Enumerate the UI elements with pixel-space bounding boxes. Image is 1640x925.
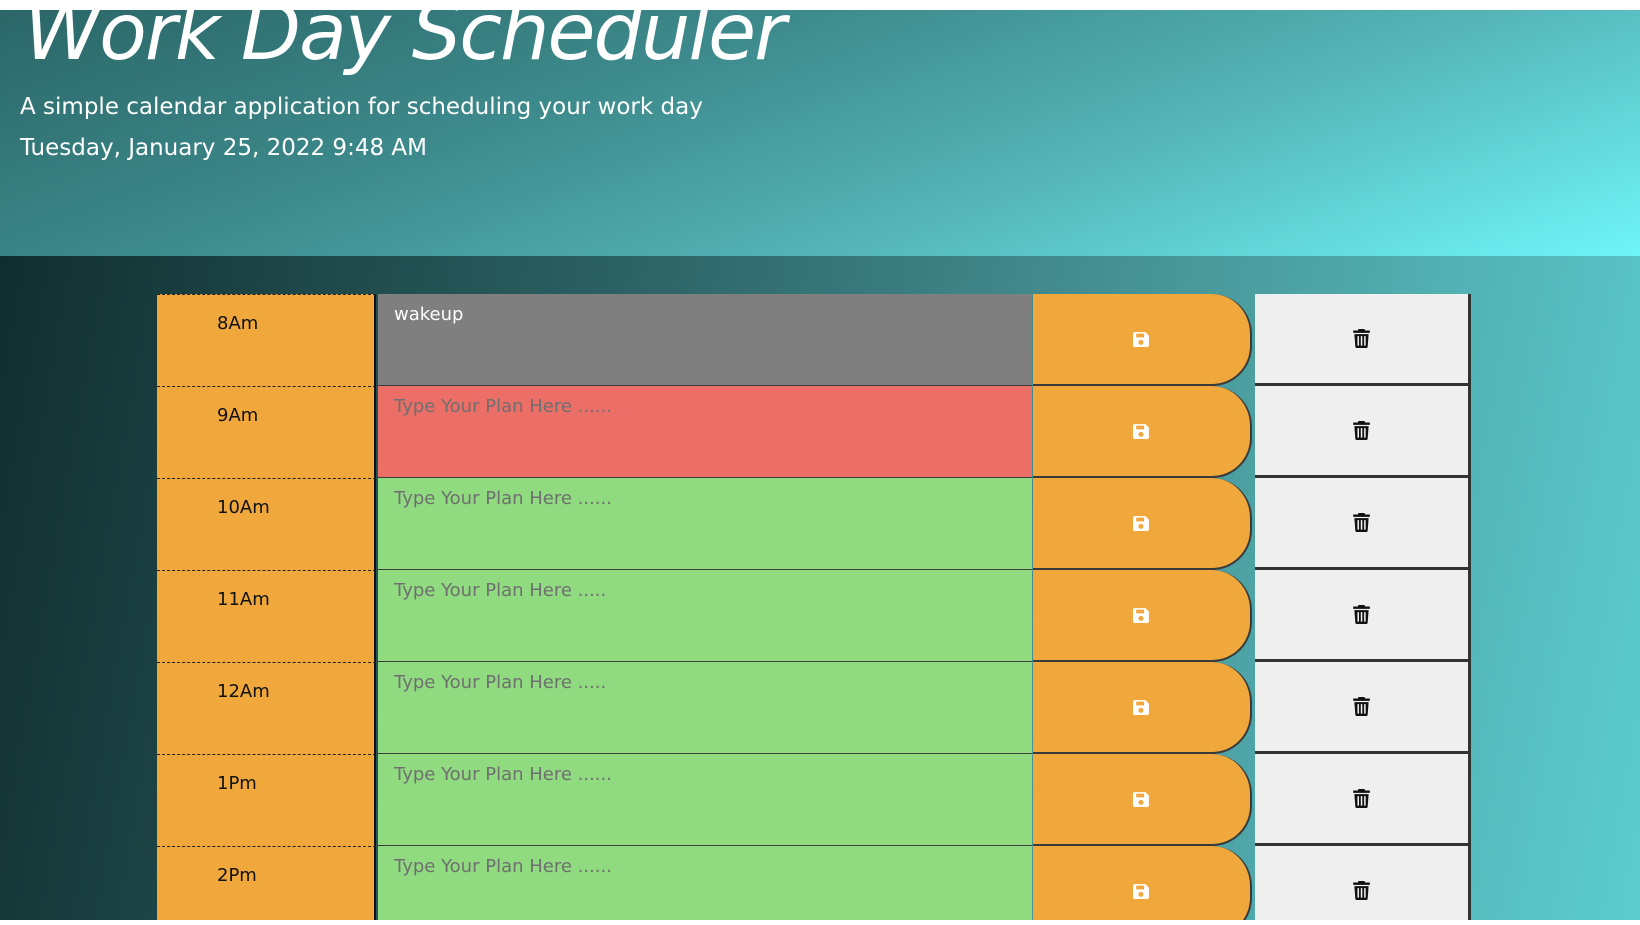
plan-textarea[interactable] — [378, 386, 1032, 478]
time-block-row: 9Am — [157, 386, 1471, 478]
floppy-disk-icon — [1133, 515, 1149, 531]
trash-icon — [1353, 789, 1370, 808]
current-date: Tuesday, January 25, 2022 9:48 AM — [20, 135, 427, 161]
delete-button[interactable] — [1255, 754, 1471, 846]
trash-icon — [1353, 421, 1370, 440]
time-block-row: 1Pm — [157, 754, 1471, 846]
save-button[interactable] — [1033, 386, 1252, 478]
save-button[interactable] — [1033, 662, 1252, 754]
time-block-row: 8Am wakeup — [157, 294, 1471, 386]
delete-button[interactable] — [1255, 846, 1471, 920]
hour-label: 8Am — [217, 313, 259, 334]
time-block-row: 12Am — [157, 662, 1471, 754]
floppy-disk-icon — [1133, 883, 1149, 899]
save-button[interactable] — [1033, 570, 1252, 662]
hour-label-block: 12Am — [157, 662, 376, 754]
hour-label-block: 10Am — [157, 478, 376, 570]
trash-icon — [1353, 329, 1370, 348]
time-block-row: 10Am — [157, 478, 1471, 570]
plan-textarea[interactable] — [378, 478, 1032, 570]
save-button[interactable] — [1033, 294, 1252, 386]
scheduler-page: Work Day Scheduler A simple calendar app… — [0, 10, 1640, 920]
plan-textarea[interactable] — [378, 846, 1032, 920]
hour-label-block: 1Pm — [157, 754, 376, 846]
save-button[interactable] — [1033, 846, 1252, 920]
trash-icon — [1353, 881, 1370, 900]
floppy-disk-icon — [1133, 607, 1149, 623]
plan-textarea[interactable]: wakeup — [378, 294, 1032, 386]
delete-button[interactable] — [1255, 478, 1471, 570]
plan-textarea[interactable] — [378, 754, 1032, 846]
trash-icon — [1353, 605, 1370, 624]
delete-button[interactable] — [1255, 386, 1471, 478]
page-title: Work Day Scheduler — [24, 10, 786, 78]
schedule-container: 8Am wakeup 9Am 10Am — [157, 294, 1471, 920]
time-block-row: 11Am — [157, 570, 1471, 662]
hour-label: 11Am — [217, 589, 270, 610]
plan-textarea[interactable] — [378, 570, 1032, 662]
floppy-disk-icon — [1133, 791, 1149, 807]
delete-button[interactable] — [1255, 294, 1471, 386]
floppy-disk-icon — [1133, 423, 1149, 439]
hour-label: 10Am — [217, 497, 270, 518]
save-button[interactable] — [1033, 754, 1252, 846]
plan-textarea[interactable] — [378, 662, 1032, 754]
delete-button[interactable] — [1255, 570, 1471, 662]
hour-label-block: 2Pm — [157, 846, 376, 920]
header-jumbotron: Work Day Scheduler A simple calendar app… — [0, 10, 1640, 256]
hour-label: 2Pm — [217, 865, 257, 886]
floppy-disk-icon — [1133, 699, 1149, 715]
page-subtitle: A simple calendar application for schedu… — [20, 94, 703, 120]
hour-label-block: 9Am — [157, 386, 376, 478]
time-block-row: 2Pm — [157, 846, 1471, 920]
delete-button[interactable] — [1255, 662, 1471, 754]
hour-label: 12Am — [217, 681, 270, 702]
save-button[interactable] — [1033, 478, 1252, 570]
trash-icon — [1353, 697, 1370, 716]
hour-label-block: 8Am — [157, 294, 376, 386]
hour-label-block: 11Am — [157, 570, 376, 662]
hour-label: 1Pm — [217, 773, 257, 794]
trash-icon — [1353, 513, 1370, 532]
hour-label: 9Am — [217, 405, 259, 426]
floppy-disk-icon — [1133, 331, 1149, 347]
